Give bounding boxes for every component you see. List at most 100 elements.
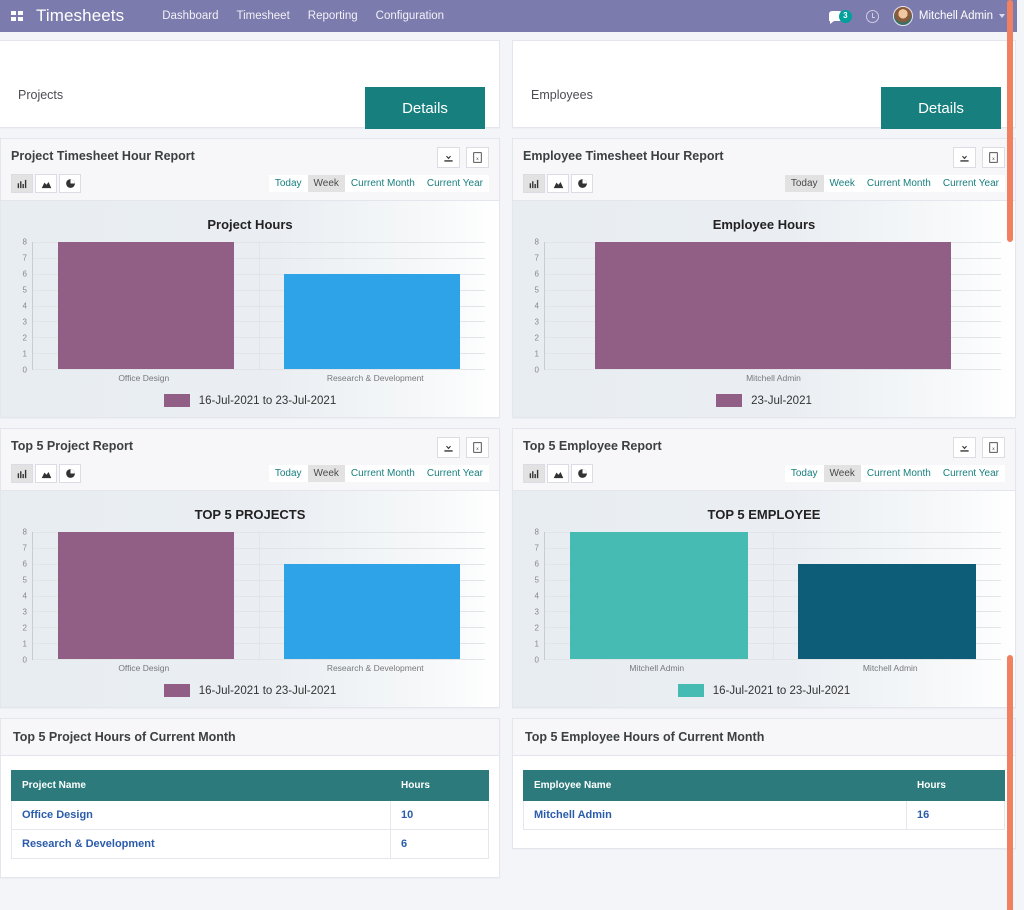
bar[interactable] [58,242,234,369]
scrollbar-indicator-top[interactable] [1007,0,1013,242]
download-icon[interactable] [953,437,976,458]
bar[interactable] [284,564,460,659]
chart-title: Employee Hours [521,217,1007,232]
cell-hours[interactable]: 6 [391,830,489,859]
bar-chart-icon[interactable] [523,174,545,193]
legend-swatch [678,684,704,697]
cell-hours[interactable]: 10 [391,801,489,830]
menu-item-configuration[interactable]: Configuration [376,10,444,22]
y-tick-label: 6 [535,560,539,569]
bar-chart-icon[interactable] [523,464,545,483]
cell-name[interactable]: Mitchell Admin [524,801,907,830]
range-current-year[interactable]: Current Year [421,175,489,192]
bar[interactable] [595,242,951,369]
bar[interactable] [284,274,460,369]
area-chart-icon[interactable] [35,464,57,483]
employees-details-button[interactable]: Details [881,87,1001,129]
clock-icon[interactable] [866,10,879,23]
chart-title: TOP 5 EMPLOYEE [521,507,1007,522]
range-week[interactable]: Week [308,175,345,192]
messages-button[interactable]: 3 [829,10,852,23]
scrollbar-indicator-bottom[interactable] [1007,655,1013,910]
projects-column: Projects Details Project Timesheet Hour … [0,32,508,878]
pie-chart-icon[interactable] [59,174,81,193]
range-week[interactable]: Week [308,465,345,482]
y-tick-label: 5 [535,576,539,585]
area-chart-icon[interactable] [547,174,569,193]
menu-item-reporting[interactable]: Reporting [308,10,358,22]
table-row[interactable]: Office Design10 [12,801,489,830]
range-today[interactable]: Today [269,175,308,192]
pie-chart-icon[interactable] [59,464,81,483]
user-menu[interactable]: Mitchell Admin [893,6,1005,26]
y-tick-label: 7 [23,544,27,553]
legend-swatch [164,394,190,407]
bar[interactable] [570,532,748,659]
pie-chart-icon[interactable] [571,464,593,483]
bar-slot [259,242,485,369]
x-axis-label: Mitchell Admin [774,663,1008,673]
chart-legend: 16-Jul-2021 to 23-Jul-2021 [9,394,491,411]
y-tick-label: 3 [535,608,539,617]
table-rows: Mitchell Admin16 [524,801,1005,830]
export-file-icon[interactable]: x [982,437,1005,458]
bar-series [33,242,485,369]
export-file-icon[interactable]: x [982,147,1005,168]
card-top-5-project-report: Top 5 Project Report x [0,428,500,708]
projects-details-button[interactable]: Details [365,87,485,129]
legend-swatch [164,684,190,697]
export-file-icon[interactable]: x [466,147,489,168]
range-current-month[interactable]: Current Month [345,465,421,482]
menu-item-dashboard[interactable]: Dashboard [162,10,218,22]
app-brand-title[interactable]: Timesheets [36,6,124,26]
card-title: Top 5 Employee Report [523,437,662,453]
area-chart-icon[interactable] [547,464,569,483]
range-week[interactable]: Week [824,175,861,192]
table-body: Employee Name Hours Mitchell Admin16 [513,756,1015,848]
range-filter-group: Today Week Current Month Current Year [269,175,489,192]
column-header-hours: Hours [907,771,1005,801]
range-current-month[interactable]: Current Month [861,175,937,192]
area-chart-icon[interactable] [35,174,57,193]
y-axis: 012345678 [525,532,543,660]
svg-text:x: x [476,447,479,452]
range-filter-group: Today Week Current Month Current Year [785,465,1005,482]
cell-name[interactable]: Office Design [12,801,391,830]
range-current-month[interactable]: Current Month [345,175,421,192]
cell-name[interactable]: Research & Development [12,830,391,859]
pie-chart-icon[interactable] [571,174,593,193]
bar-chart-icon[interactable] [11,464,33,483]
bar-slot [33,532,259,659]
card-actions: x [953,147,1005,168]
chart-x-labels: Mitchell Admin [540,373,1007,383]
chart-x-labels: Mitchell AdminMitchell Admin [540,663,1007,673]
range-week[interactable]: Week [824,465,861,482]
chart-type-switcher [11,464,83,483]
menu-item-timesheet[interactable]: Timesheet [237,10,290,22]
range-current-year[interactable]: Current Year [937,465,1005,482]
table-row[interactable]: Research & Development6 [12,830,489,859]
chart-type-switcher [523,174,595,193]
download-icon[interactable] [437,147,460,168]
range-current-month[interactable]: Current Month [861,465,937,482]
bar[interactable] [58,532,234,659]
range-today[interactable]: Today [785,465,824,482]
download-icon[interactable] [437,437,460,458]
export-file-icon[interactable]: x [466,437,489,458]
legend-label: 16-Jul-2021 to 23-Jul-2021 [199,685,336,697]
project-hours-table: Project Name Hours Office Design10Resear… [11,770,489,859]
y-tick-label: 1 [535,640,539,649]
x-axis-label: Mitchell Admin [540,663,774,673]
cell-hours[interactable]: 16 [907,801,1005,830]
bar-chart-icon[interactable] [11,174,33,193]
range-today[interactable]: Today [785,175,824,192]
range-current-year[interactable]: Current Year [937,175,1005,192]
apps-menu-button[interactable] [0,11,34,21]
range-current-year[interactable]: Current Year [421,465,489,482]
y-tick-label: 8 [535,238,539,247]
range-today[interactable]: Today [269,465,308,482]
card-title: Project Timesheet Hour Report [11,147,195,163]
table-row[interactable]: Mitchell Admin16 [524,801,1005,830]
bar[interactable] [798,564,976,659]
download-icon[interactable] [953,147,976,168]
